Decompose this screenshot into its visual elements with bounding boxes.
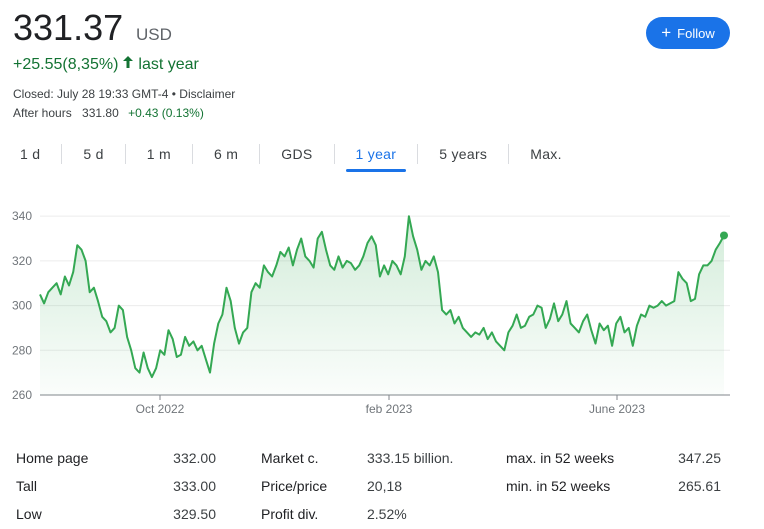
y-tick-label: 260 [12, 388, 32, 402]
after-hours-change: +0.43 (0.13%) [128, 106, 204, 120]
stat-label: Profit div. [261, 506, 319, 522]
tab-divider [333, 144, 335, 164]
tab-max[interactable]: Max. [518, 140, 574, 168]
tab-divider [417, 144, 419, 164]
y-tick-label: 320 [12, 254, 32, 268]
tab-divider [124, 144, 126, 164]
tab-1d[interactable]: 1 d [8, 140, 52, 168]
stat-label: Price/price [261, 478, 328, 494]
y-tick-label: 340 [12, 209, 32, 223]
tab-divider [508, 144, 510, 164]
stats-row: Tall 333.00 Price/price 20,18 min. in 52… [16, 472, 736, 500]
price-chart[interactable]: 260 280 300 320 340 Oct 2022 feb 2023 June 202… [0, 195, 764, 425]
closed-info: Closed: July 28 19:33 GMT-4 • Disclaimer [13, 87, 236, 101]
tab-1m[interactable]: 1 m [135, 140, 183, 168]
stat-label: Low [16, 506, 42, 522]
stats-row: Home page 332.00 Market c. 333.15 billio… [16, 444, 736, 472]
change-period: last year [138, 55, 199, 73]
stat-value: 20,18 [367, 478, 403, 494]
y-axis-labels: 260 280 300 320 340 [12, 209, 32, 402]
x-axis-labels: Oct 2022 feb 2023 June 2023 [136, 395, 645, 416]
change-value: +25.55(8,35%) [13, 55, 119, 73]
tab-5d[interactable]: 5 d [71, 140, 115, 168]
stat-value: 2.52% [367, 506, 407, 522]
stat-value: 329.50 [173, 506, 216, 522]
x-tick-label: feb 2023 [366, 402, 413, 416]
stat-label: Home page [16, 450, 89, 466]
after-hours-label: After hours [13, 106, 72, 120]
x-tick-label: Oct 2022 [136, 402, 185, 416]
y-tick-label: 300 [12, 299, 32, 313]
stat-value: 332.00 [173, 450, 216, 466]
tab-1year[interactable]: 1 year [344, 140, 409, 172]
stat-label: min. in 52 weeks [506, 478, 611, 494]
tab-5years[interactable]: 5 years [427, 140, 499, 168]
stat-label: Tall [16, 478, 38, 494]
tab-divider [259, 144, 261, 164]
tab-divider [61, 144, 63, 164]
range-tabs: 1 d 5 d 1 m 6 m GDS 1 year 5 years Max. [8, 138, 574, 172]
stat-value: 265.61 [678, 478, 721, 494]
stat-label: Market c. [261, 450, 319, 466]
stock-price: 331.37 [13, 7, 124, 48]
last-price-point [720, 231, 728, 240]
plus-icon: + [661, 23, 672, 42]
price-change: +25.55(8,35%) last year [13, 55, 199, 74]
currency-label: USD [136, 25, 172, 44]
follow-button[interactable]: + Follow [646, 17, 730, 49]
stat-value: 333.00 [173, 478, 216, 494]
follow-label: Follow [677, 25, 715, 41]
stat-label: max. in 52 weeks [506, 450, 615, 466]
arrow-up-icon [122, 55, 134, 74]
tab-divider [192, 144, 193, 164]
stat-value: 347.25 [678, 450, 721, 466]
after-hours-info: After hours 331.80 +0.43 (0.13%) [13, 106, 204, 120]
y-tick-label: 280 [12, 343, 32, 357]
stat-value: 333.15 billion. [367, 450, 454, 466]
tab-gds[interactable]: GDS [269, 140, 324, 168]
stats-row: Low 329.50 Profit div. 2.52% [16, 500, 736, 528]
tab-6m[interactable]: 6 m [202, 140, 250, 168]
after-hours-value: 331.80 [82, 106, 119, 120]
x-tick-label: June 2023 [589, 402, 645, 416]
key-stats: Home page 332.00 Market c. 333.15 billio… [16, 444, 736, 528]
